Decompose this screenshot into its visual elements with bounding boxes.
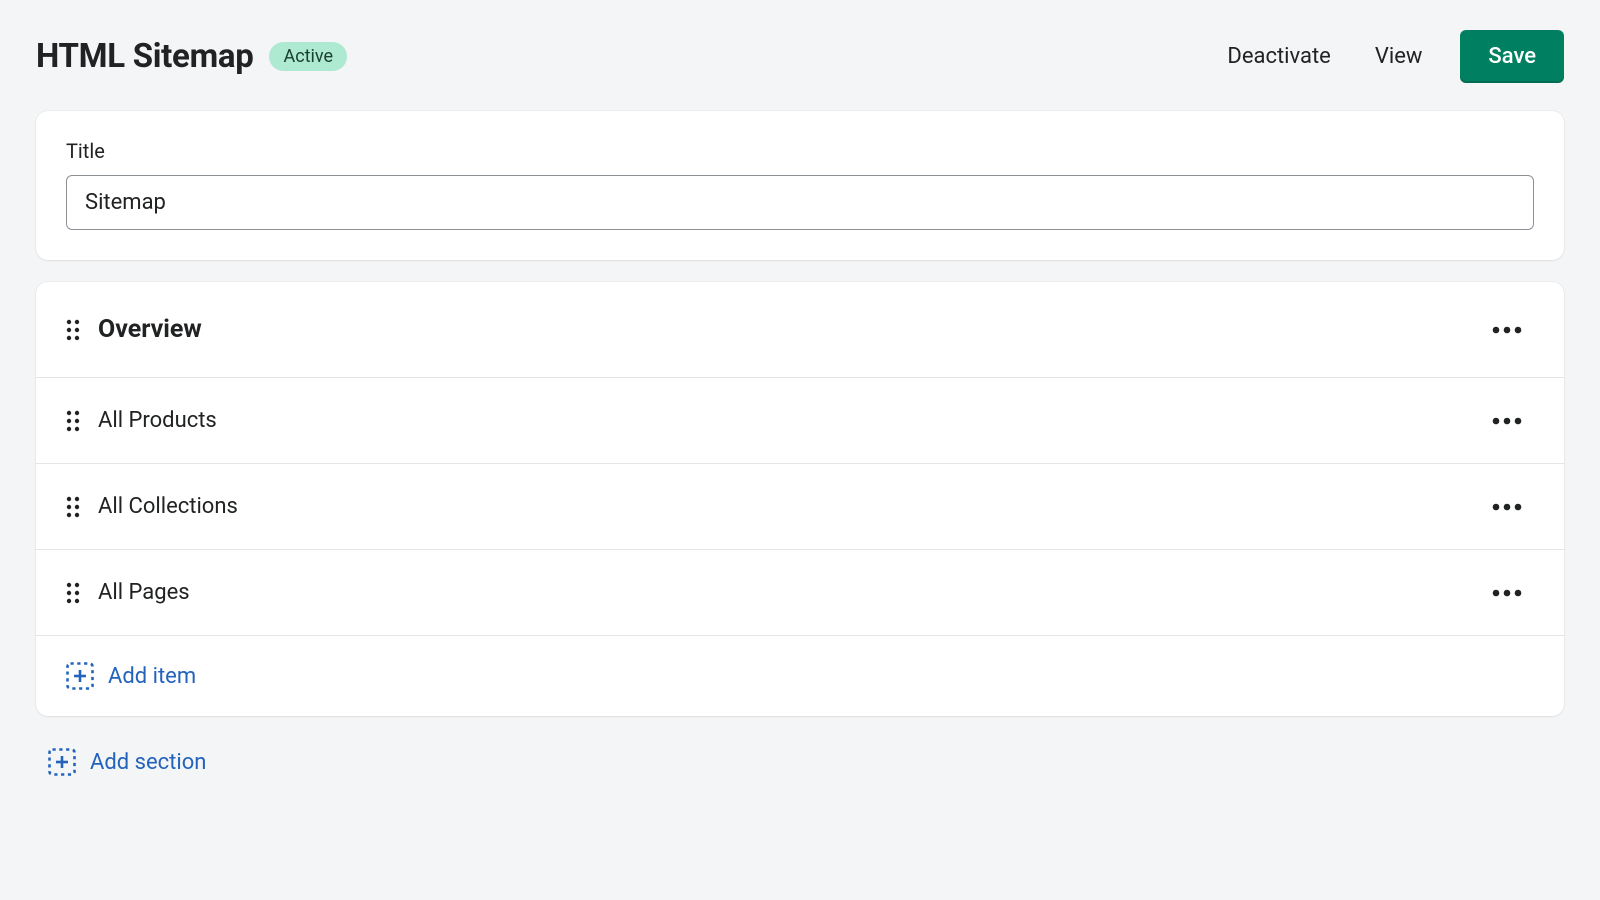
drag-handle-icon[interactable] <box>66 319 80 341</box>
add-section-label: Add section <box>90 750 206 775</box>
item-title: All Products <box>98 408 217 433</box>
item-more-button[interactable] <box>1486 583 1528 603</box>
more-horizontal-icon <box>1492 589 1522 597</box>
section-more-button[interactable] <box>1486 320 1528 340</box>
section-row-overview: Overview <box>36 282 1564 378</box>
add-section-icon <box>48 748 76 776</box>
item-more-button[interactable] <box>1486 411 1528 431</box>
deactivate-button[interactable]: Deactivate <box>1221 36 1336 77</box>
more-horizontal-icon <box>1492 326 1522 334</box>
save-button[interactable]: Save <box>1460 30 1564 83</box>
item-row-all-products: All Products <box>36 378 1564 464</box>
drag-handle-icon[interactable] <box>66 410 80 432</box>
item-row-all-pages: All Pages <box>36 550 1564 636</box>
more-horizontal-icon <box>1492 503 1522 511</box>
add-item-icon <box>66 662 94 690</box>
more-horizontal-icon <box>1492 417 1522 425</box>
item-title: All Collections <box>98 494 238 519</box>
add-item-button[interactable]: Add item <box>36 636 1564 716</box>
title-input[interactable] <box>66 175 1534 230</box>
title-label: Title <box>66 139 1534 163</box>
drag-handle-icon[interactable] <box>66 582 80 604</box>
view-button[interactable]: View <box>1369 36 1429 77</box>
section-title: Overview <box>98 315 202 344</box>
item-more-button[interactable] <box>1486 497 1528 517</box>
item-title: All Pages <box>98 580 190 605</box>
item-row-all-collections: All Collections <box>36 464 1564 550</box>
drag-handle-icon[interactable] <box>66 496 80 518</box>
add-section-button[interactable]: Add section <box>36 738 1564 786</box>
add-item-label: Add item <box>108 664 196 689</box>
status-badge: Active <box>269 42 347 71</box>
page-title: HTML Sitemap <box>36 37 253 76</box>
